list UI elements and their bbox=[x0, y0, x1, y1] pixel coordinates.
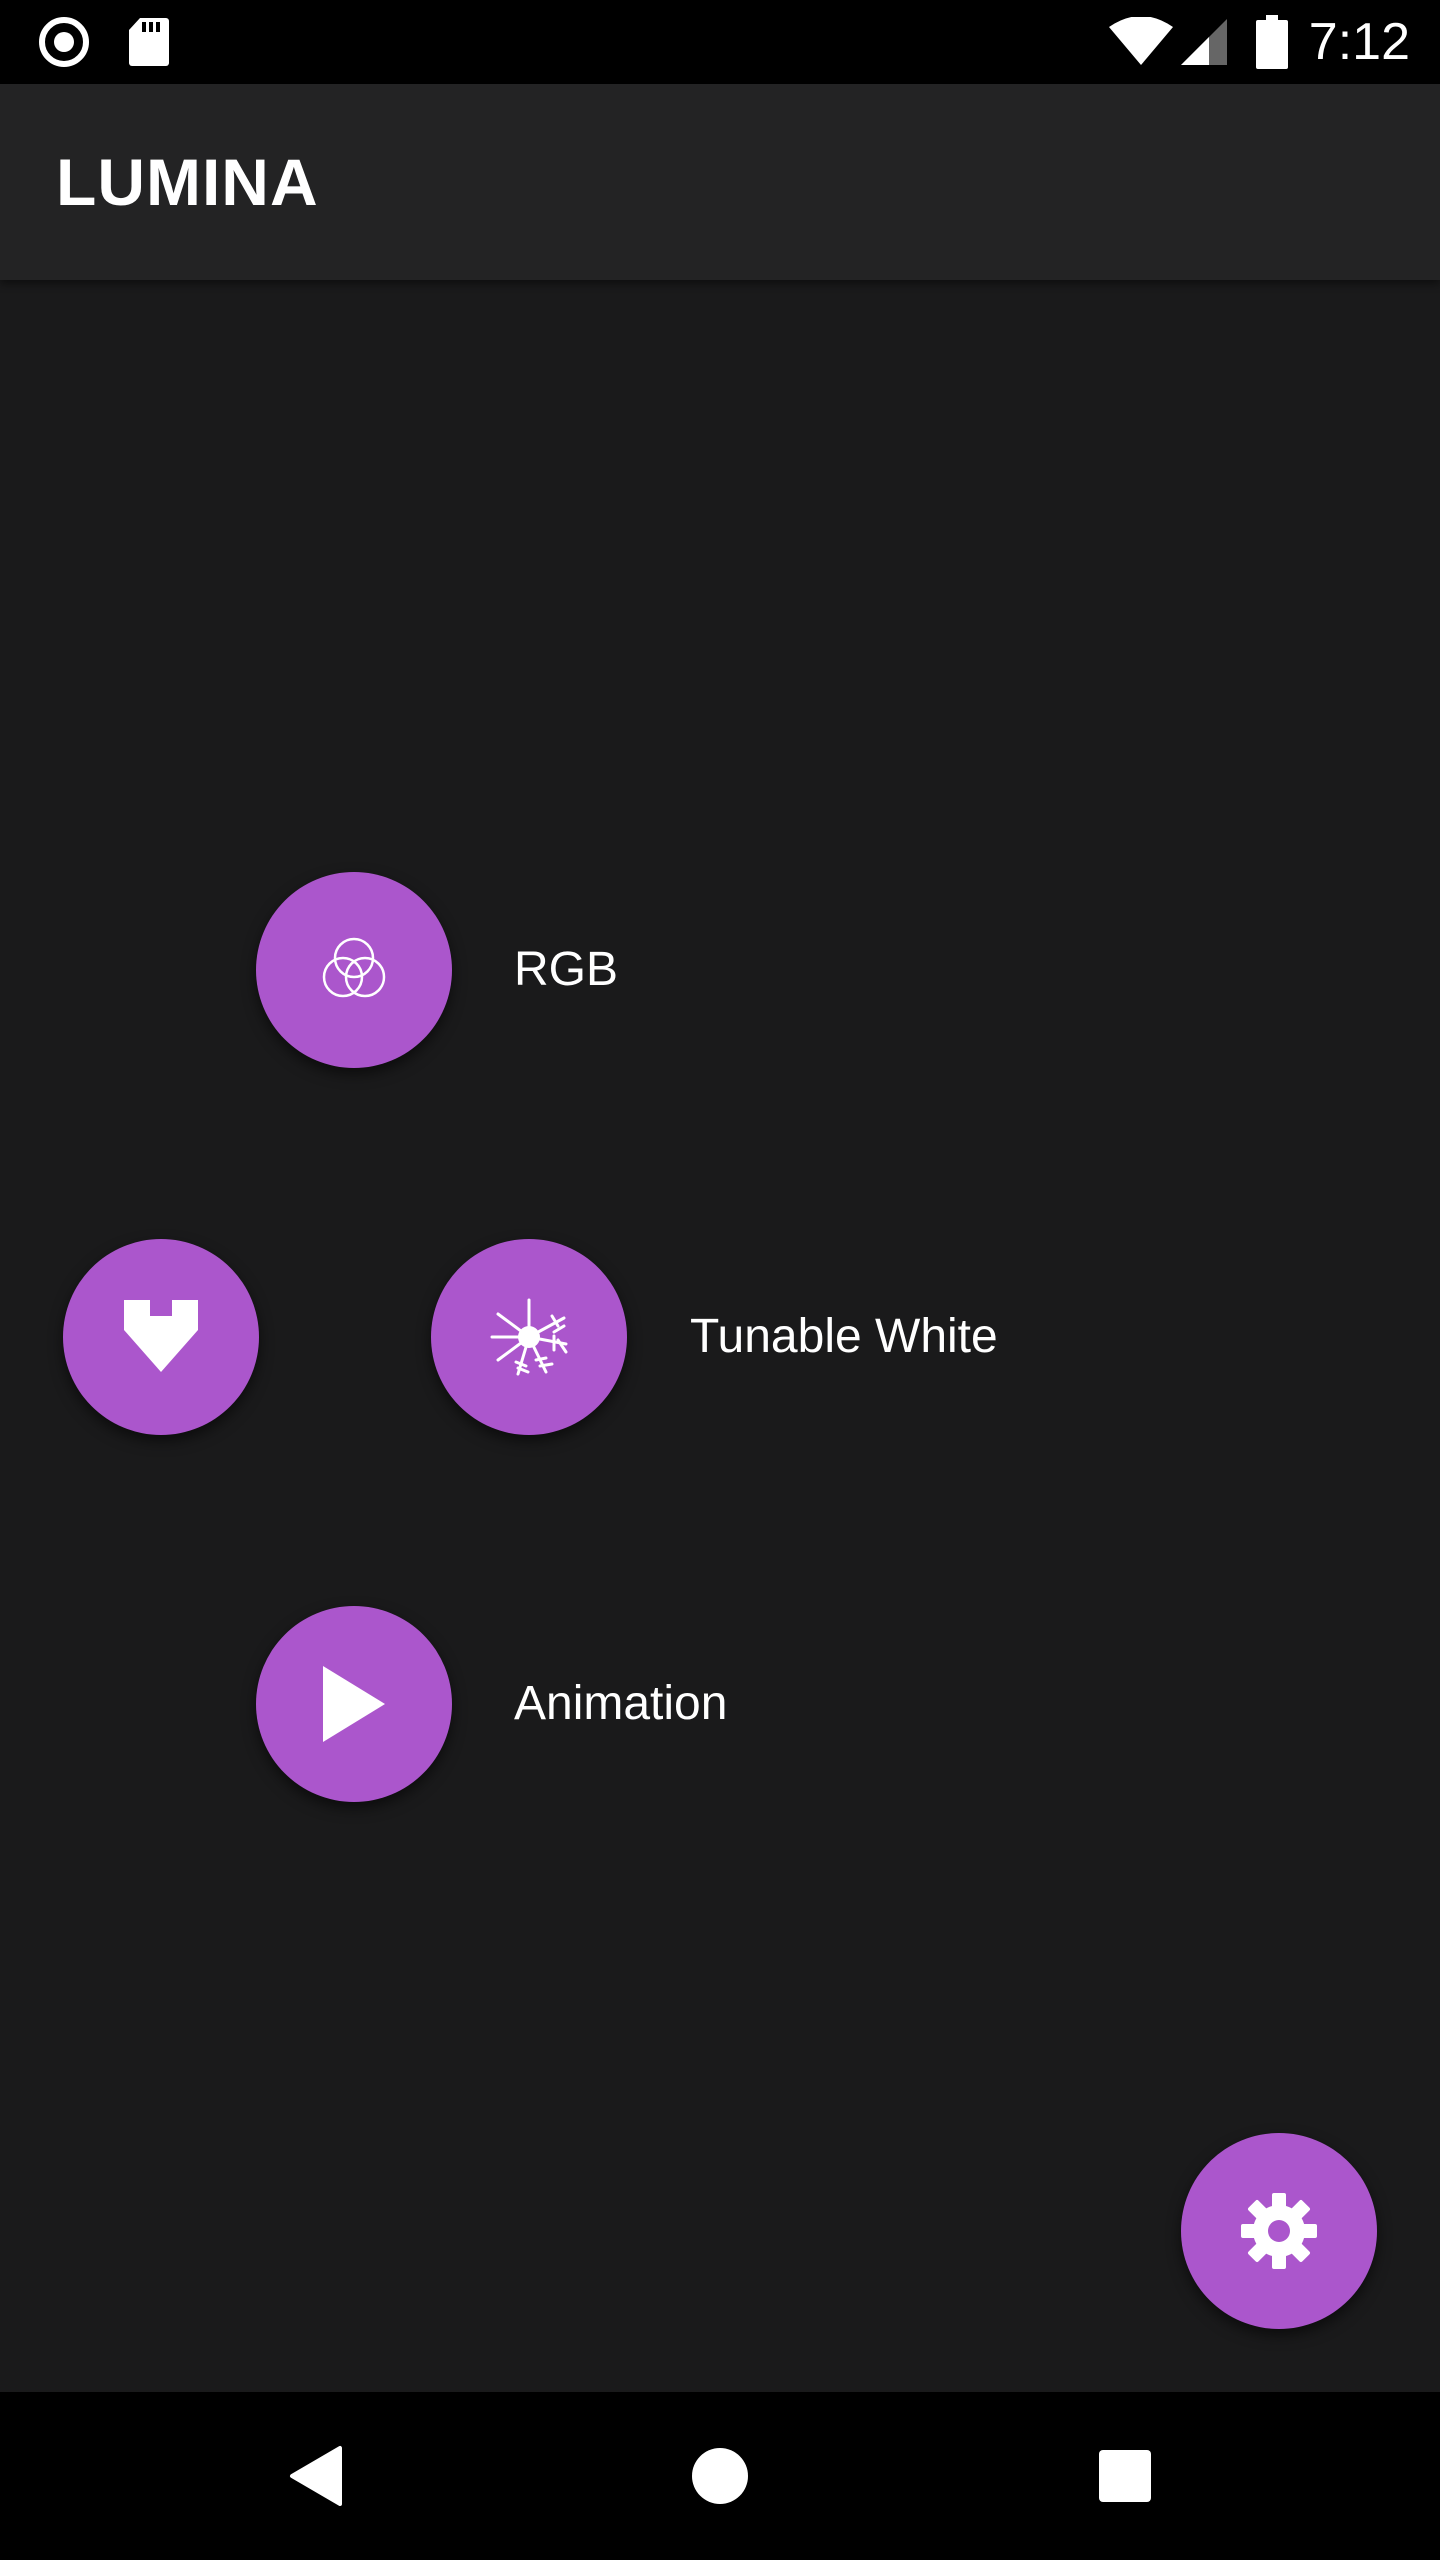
app-bar: LUMINA bbox=[0, 84, 1440, 280]
arrow-down-icon bbox=[124, 1300, 198, 1372]
back-icon bbox=[290, 2446, 342, 2506]
recents-button[interactable] bbox=[1055, 2392, 1195, 2560]
animation-button[interactable] bbox=[256, 1606, 452, 1802]
sun-snowflake-icon bbox=[490, 1298, 568, 1376]
recents-icon bbox=[1099, 2450, 1151, 2502]
status-time: 7:12 bbox=[1308, 13, 1410, 71]
nav-bar bbox=[0, 2392, 1440, 2560]
wifi-icon bbox=[1106, 0, 1176, 84]
animation-label[interactable]: Animation bbox=[514, 1674, 727, 1734]
rgb-label[interactable]: RGB bbox=[514, 940, 618, 1000]
home-icon bbox=[692, 2448, 748, 2504]
back-button[interactable] bbox=[246, 2392, 386, 2560]
sd-card-icon bbox=[124, 0, 174, 84]
status-bar: 7:12 bbox=[0, 0, 1440, 84]
tunable-white-button[interactable] bbox=[431, 1239, 627, 1435]
play-icon bbox=[323, 1666, 385, 1742]
app-title: LUMINA bbox=[56, 145, 319, 219]
rgb-circles-icon bbox=[322, 937, 386, 998]
screen: 7:12 LUMINA RGB Tunable White Animation bbox=[0, 0, 1440, 2560]
settings-button[interactable] bbox=[1181, 2133, 1377, 2329]
gear-icon bbox=[1241, 2193, 1317, 2269]
battery-icon bbox=[1252, 0, 1292, 84]
cell-signal-icon bbox=[1176, 0, 1232, 84]
rgb-button[interactable] bbox=[256, 872, 452, 1068]
home-button[interactable] bbox=[650, 2392, 790, 2560]
collapse-menu-button[interactable] bbox=[63, 1239, 259, 1435]
radio-record-icon bbox=[34, 0, 94, 84]
tunable-white-label[interactable]: Tunable White bbox=[690, 1307, 998, 1367]
